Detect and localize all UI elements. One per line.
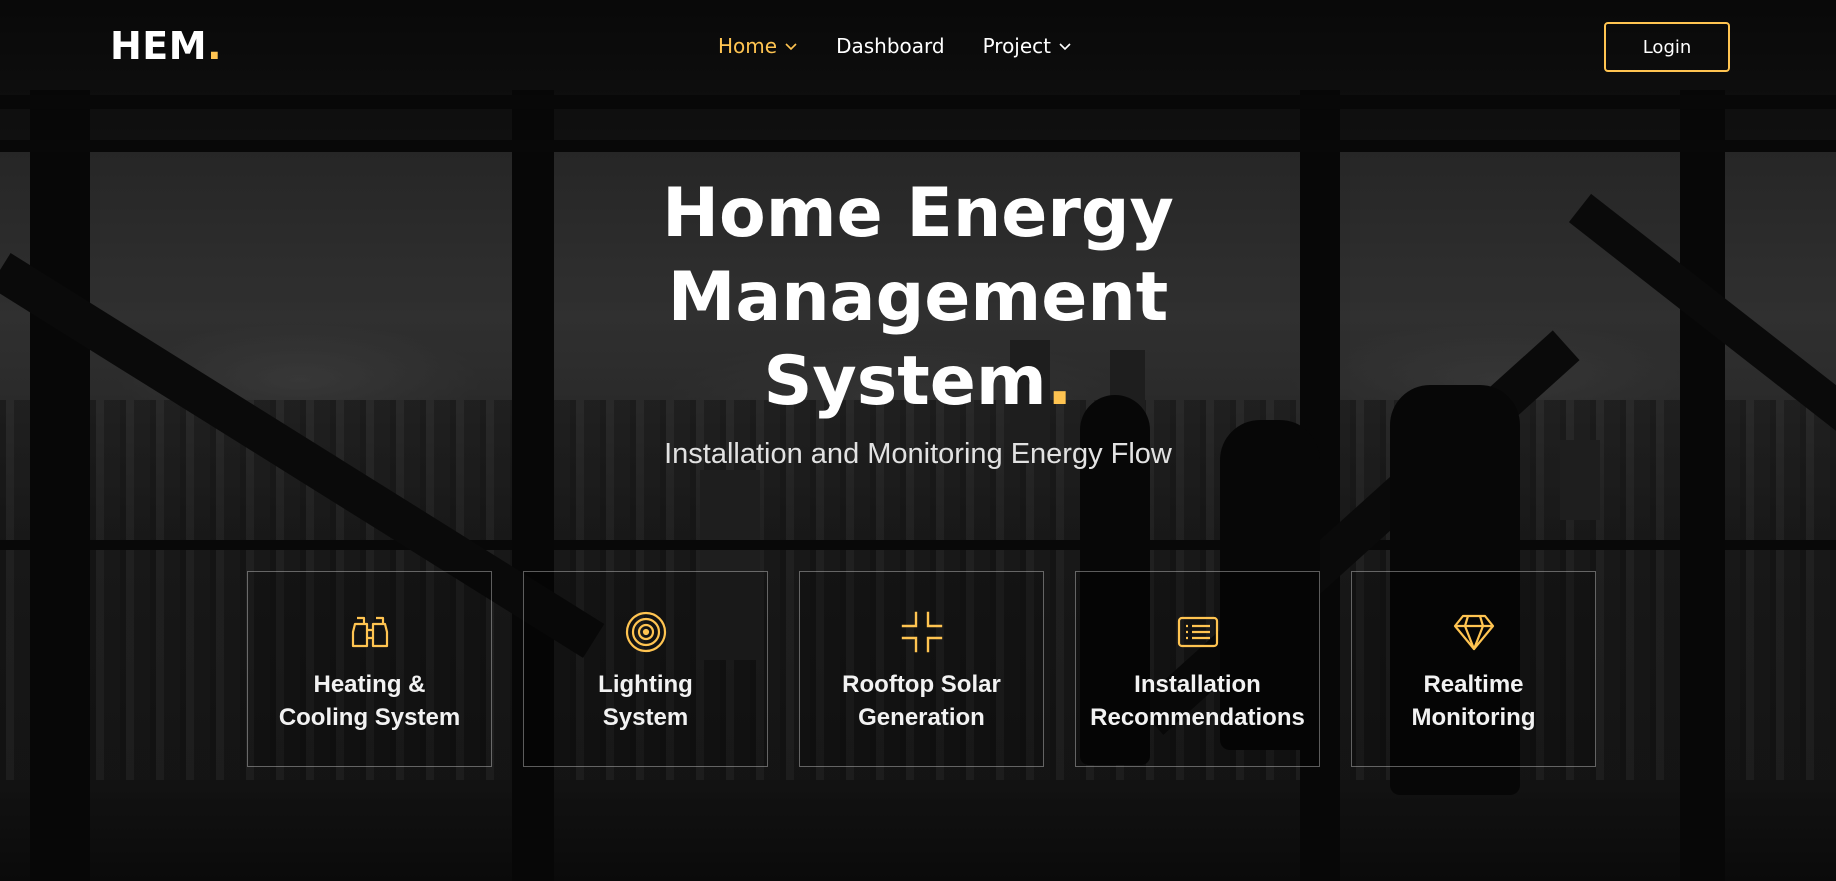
chevron-down-icon <box>785 43 797 51</box>
nav-item-home[interactable]: Home <box>718 34 798 58</box>
feature-card-lighting[interactable]: Lighting System <box>523 571 768 767</box>
nav-item-label: Dashboard <box>836 34 945 58</box>
feature-label: Realtime Monitoring <box>1411 671 1536 731</box>
brand-name: HEM <box>110 24 208 68</box>
login-button[interactable]: Login <box>1604 22 1730 72</box>
title-line-2: Management <box>667 258 1169 337</box>
feature-card-rooftop-solar[interactable]: Rooftop Solar Generation <box>799 571 1044 767</box>
title-dot: . <box>1046 342 1073 421</box>
feature-label: Rooftop Solar Generation <box>842 671 1001 731</box>
page-subtitle: Installation and Monitoring Energy Flow <box>664 438 1172 470</box>
feature-label: Heating & Cooling System <box>278 671 461 731</box>
nav-item-project[interactable]: Project <box>983 34 1072 58</box>
title-line-1: Home Energy <box>662 174 1174 253</box>
compress-icon <box>901 611 942 653</box>
feature-card-installation[interactable]: Installation Recommendations <box>1075 571 1320 767</box>
feature-card-heating-cooling[interactable]: Heating & Cooling System <box>247 571 492 767</box>
page-title: Home Energy Management System. <box>568 172 1268 424</box>
feature-cards: Heating & Cooling System Lighting System… <box>247 571 1596 767</box>
feature-label: Lighting System <box>598 671 693 731</box>
nav-item-label: Home <box>718 34 778 58</box>
gem-icon <box>1453 614 1494 651</box>
brand-dot: . <box>207 24 223 68</box>
feature-card-realtime[interactable]: Realtime Monitoring <box>1351 571 1596 767</box>
feature-label: Installation Recommendations <box>1090 671 1305 731</box>
nav-item-label: Project <box>982 34 1052 58</box>
main-menu: Home Dashboard Project <box>718 34 1072 58</box>
title-line-3: System <box>763 342 1047 421</box>
target-icon <box>625 611 666 653</box>
brand-logo[interactable]: HEM. <box>110 24 222 68</box>
list-card-icon <box>1177 616 1218 648</box>
binoculars-icon <box>351 616 388 648</box>
top-navbar: HEM. Home Dashboard Project Login <box>0 0 1836 95</box>
hero-section: HEM. Home Dashboard Project Login Home E… <box>0 0 1836 881</box>
chevron-down-icon <box>1059 43 1071 51</box>
nav-item-dashboard[interactable]: Dashboard <box>836 34 945 58</box>
